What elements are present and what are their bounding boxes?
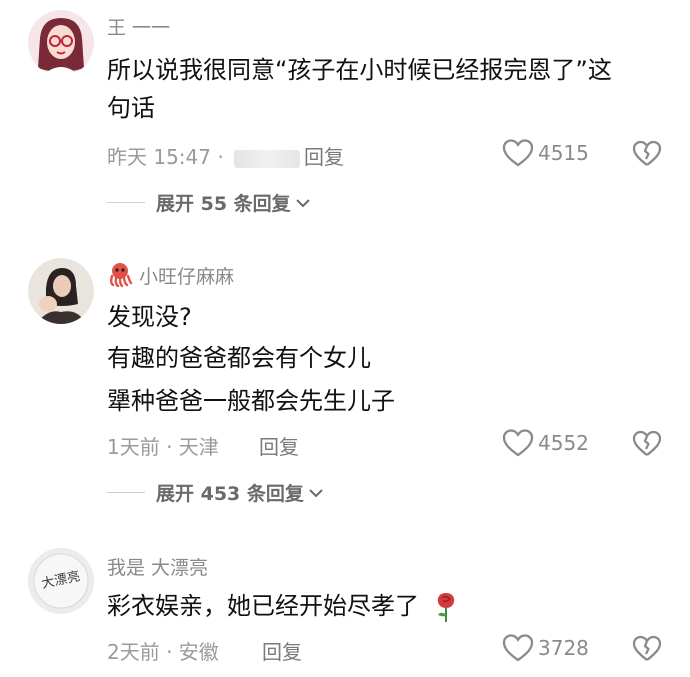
comment-text: 彩衣娱亲，她已经开始尽孝了 — [107, 592, 419, 620]
comment-meta: 昨天 15:47 · — [107, 141, 301, 170]
user-avatar-image — [28, 10, 94, 76]
like-button[interactable]: 3728 — [502, 633, 589, 663]
heart-icon — [502, 429, 534, 457]
heart-icon — [502, 634, 534, 662]
comment-meta: 2天前 · 安徽 — [107, 640, 219, 664]
expand-replies[interactable]: 展开 55 条回复 — [107, 189, 311, 216]
dislike-button[interactable] — [632, 634, 662, 668]
username[interactable]: 王 一一 — [107, 13, 170, 40]
reply-button[interactable]: 回复 — [259, 431, 299, 460]
expand-replies-label: 展开 55 条回复 — [156, 193, 291, 215]
octopus-emoji-icon — [110, 263, 133, 287]
broken-heart-icon — [632, 635, 662, 661]
broken-heart-icon — [632, 430, 662, 456]
dislike-button[interactable] — [632, 429, 662, 463]
reply-button[interactable]: 回复 — [262, 636, 302, 665]
comment-text-line: 有趣的爸爸都会有个女儿 — [107, 344, 371, 372]
chevron-down-icon — [309, 488, 323, 497]
timestamp: 昨天 15:47 · — [107, 145, 231, 169]
comment-meta: 1天前 · 天津 — [107, 435, 219, 459]
like-button[interactable]: 4552 — [502, 428, 589, 458]
user-avatar-image — [28, 258, 94, 324]
divider — [107, 492, 145, 493]
blurred-location — [234, 149, 301, 168]
expand-replies-label: 展开 453 条回复 — [156, 483, 304, 505]
divider — [107, 202, 145, 203]
comment-text-line: 句话 — [107, 94, 155, 122]
avatar[interactable] — [28, 10, 94, 76]
user-avatar-image: 大漂亮 — [28, 548, 94, 614]
username[interactable]: 我是 大漂亮 — [107, 553, 208, 580]
like-count: 3728 — [538, 636, 589, 660]
comment-text-line: 犟种爸爸一般都会先生儿子 — [107, 387, 395, 415]
like-count: 4552 — [538, 431, 589, 455]
comment-text-line: 发现没? — [107, 303, 192, 331]
broken-heart-icon — [632, 140, 662, 166]
username[interactable]: 小旺仔麻麻 — [139, 262, 234, 289]
dislike-button[interactable] — [632, 139, 662, 173]
reply-button[interactable]: 回复 — [304, 141, 344, 170]
avatar[interactable] — [28, 258, 94, 324]
rose-emoji-icon — [437, 593, 454, 622]
chevron-down-icon — [295, 198, 310, 207]
avatar[interactable]: 大漂亮 — [28, 548, 94, 614]
comment-text-line: 所以说我很同意“孩子在小时候已经报完恩了”这 — [107, 56, 612, 84]
comment-text-line: 彩衣娱亲，她已经开始尽孝了 — [107, 584, 459, 629]
heart-icon — [502, 139, 534, 167]
expand-replies[interactable]: 展开 453 条回复 — [107, 479, 324, 506]
like-button[interactable]: 4515 — [502, 138, 589, 168]
like-count: 4515 — [538, 141, 589, 165]
